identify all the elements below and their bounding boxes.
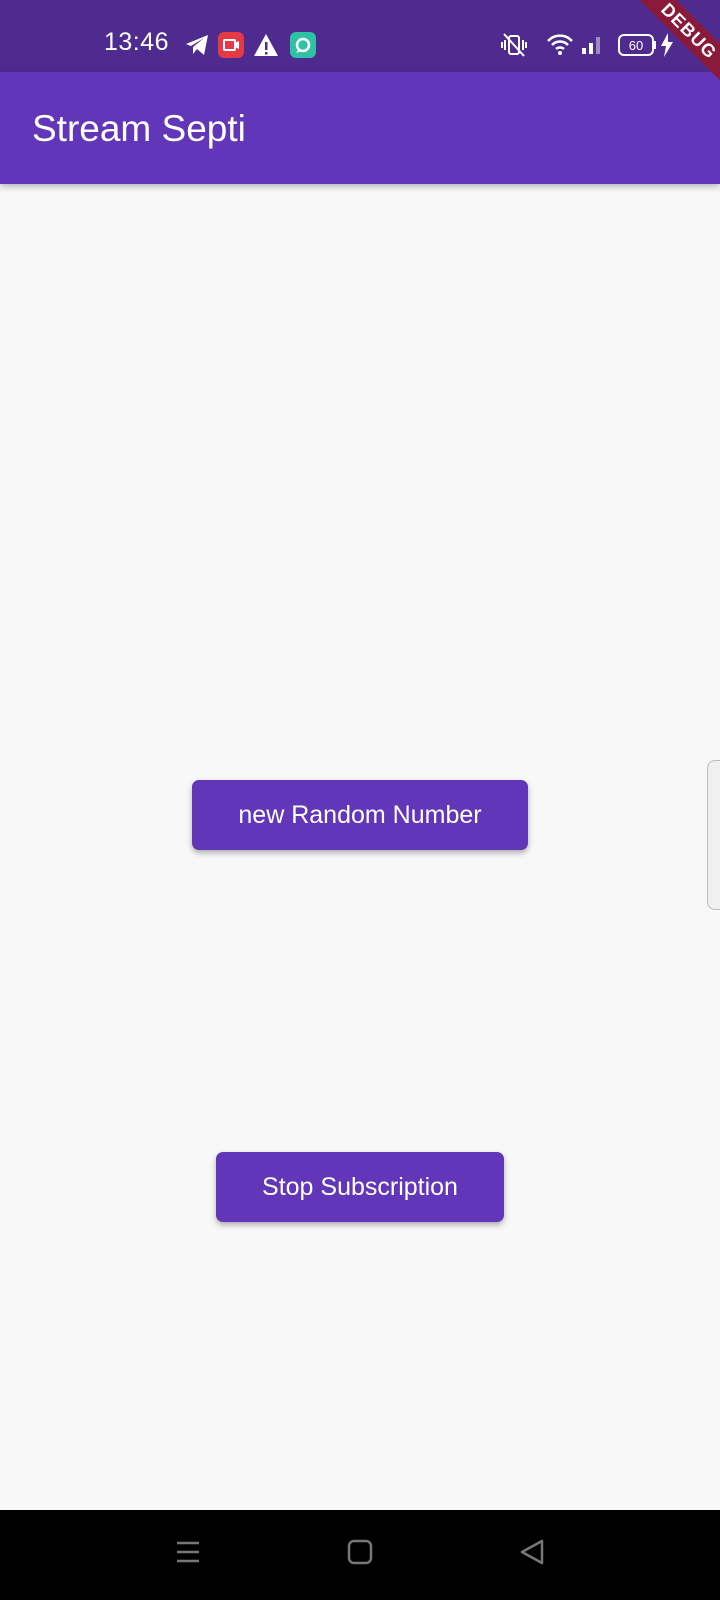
- app-notification-icon: [290, 32, 316, 58]
- new-random-number-button[interactable]: new Random Number: [192, 780, 528, 850]
- vibrate-icon: [501, 33, 527, 57]
- wifi-icon: [547, 34, 573, 55]
- menu-icon[interactable]: [174, 1538, 202, 1566]
- charging-icon: [661, 33, 673, 57]
- navigation-bar: [0, 1510, 720, 1600]
- side-drawer-handle[interactable]: [707, 760, 720, 910]
- home-icon[interactable]: [346, 1538, 374, 1566]
- signal-icon: [582, 37, 600, 54]
- status-bar: 13:46 60: [0, 0, 720, 72]
- app-bar: Stream Septi: [0, 72, 720, 184]
- stop-subscription-button[interactable]: Stop Subscription: [216, 1152, 504, 1222]
- telegram-icon: [186, 35, 208, 55]
- warning-icon: [254, 34, 278, 56]
- battery-icon: 60: [618, 34, 656, 56]
- screen-record-icon: [218, 32, 244, 58]
- app-title: Stream Septi: [32, 108, 246, 149]
- back-icon[interactable]: [518, 1538, 546, 1566]
- status-time: 13:46: [104, 28, 170, 56]
- battery-level: 60: [629, 38, 643, 53]
